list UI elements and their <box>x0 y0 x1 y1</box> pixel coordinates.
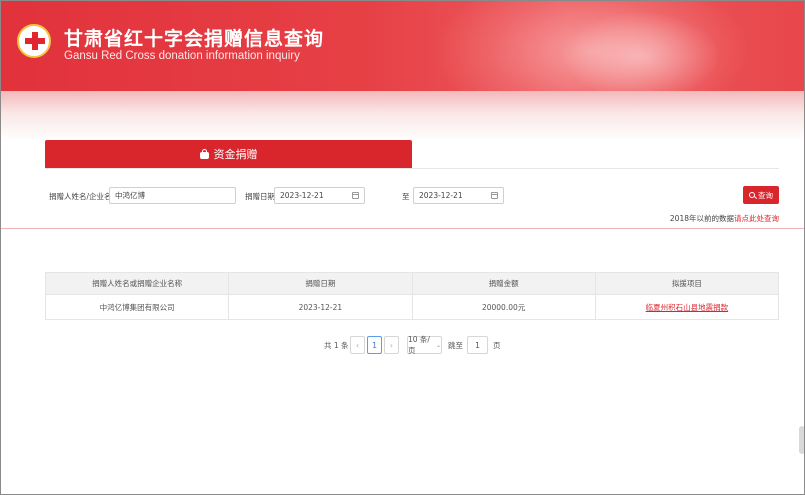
column-header: 捐赠金额 <box>413 273 596 294</box>
tab-label: 资金捐赠 <box>213 148 258 161</box>
page-subtitle: Gansu Red Cross donation information inq… <box>64 50 300 62</box>
hint-prefix: 2018年以前的数据 <box>669 214 734 223</box>
total-count: 共 1 条 <box>324 341 349 350</box>
calendar-icon <box>352 192 359 199</box>
legacy-query-link[interactable]: 请点此处查询 <box>734 214 779 223</box>
header-fade <box>1 91 804 141</box>
date-cell: 2023-12-21 <box>229 295 413 319</box>
donor-cell: 中鸿亿博集团有限公司 <box>46 295 230 319</box>
page-title: 甘肃省红十字会捐赠信息查询 <box>64 28 325 50</box>
page-size-select[interactable]: 10 条/页 ⌄ <box>407 335 442 355</box>
table-header: 捐赠人姓名或捐赠企业名称 捐赠日期 捐赠金额 拟援项目 <box>46 273 778 295</box>
next-page-button[interactable]: › <box>384 336 399 354</box>
legacy-data-hint: 2018年以前的数据请点此处查询 <box>641 213 779 224</box>
column-header: 捐赠日期 <box>229 273 413 294</box>
date-label: 捐赠日期 <box>245 192 275 201</box>
page-unit-label: 页 <box>493 341 501 350</box>
goto-label: 跳至 <box>448 341 463 350</box>
amount-cell: 20000.00元 <box>413 295 596 319</box>
scrollbar-thumb[interactable] <box>799 426 804 454</box>
page-button-1[interactable]: 1 <box>367 336 382 354</box>
chevron-down-icon: ⌄ <box>435 341 441 349</box>
goto-page-input[interactable]: 1 <box>467 336 488 354</box>
project-link[interactable]: 临夏州积石山县地震捐款 <box>646 302 729 313</box>
column-header: 捐赠人姓名或捐赠企业名称 <box>46 273 230 294</box>
table-row: 中鸿亿博集团有限公司 2023-12-21 20000.00元 临夏州积石山县地… <box>46 295 778 319</box>
divider <box>45 168 779 169</box>
donor-name-input[interactable]: 中鸿亿博 <box>109 187 236 204</box>
calendar-icon <box>491 192 498 199</box>
date-to-value: 2023-12-21 <box>419 191 463 200</box>
date-from-value: 2023-12-21 <box>280 191 324 200</box>
red-cross-logo-icon <box>17 24 51 58</box>
search-icon <box>749 192 755 198</box>
page-frame: 甘肃省红十字会捐赠信息查询 Gansu Red Cross donation i… <box>0 0 805 495</box>
date-from-input[interactable]: 2023-12-21 <box>274 187 365 204</box>
header-banner: 甘肃省红十字会捐赠信息查询 Gansu Red Cross donation i… <box>1 1 804 91</box>
tab-fund-donation[interactable]: 资金捐赠 <box>45 140 412 168</box>
search-button[interactable]: 查询 <box>743 186 779 204</box>
money-bag-icon <box>199 149 209 159</box>
project-cell: 临夏州积石山县地震捐款 <box>596 295 778 319</box>
section-divider <box>1 228 804 229</box>
page-size-value: 10 条/页 <box>408 335 430 355</box>
donation-table: 捐赠人姓名或捐赠企业名称 捐赠日期 捐赠金额 拟援项目 中鸿亿博集团有限公司 2… <box>45 272 779 320</box>
header-decoration-2 <box>561 11 721 91</box>
goto-page-value: 1 <box>475 340 480 350</box>
search-button-label: 查询 <box>758 190 773 200</box>
prev-page-button[interactable]: ‹ <box>350 336 365 354</box>
donor-name-value: 中鸿亿博 <box>115 191 145 200</box>
to-label: 至 <box>402 192 410 201</box>
column-header: 拟援项目 <box>671 279 702 288</box>
date-to-input[interactable]: 2023-12-21 <box>413 187 504 204</box>
